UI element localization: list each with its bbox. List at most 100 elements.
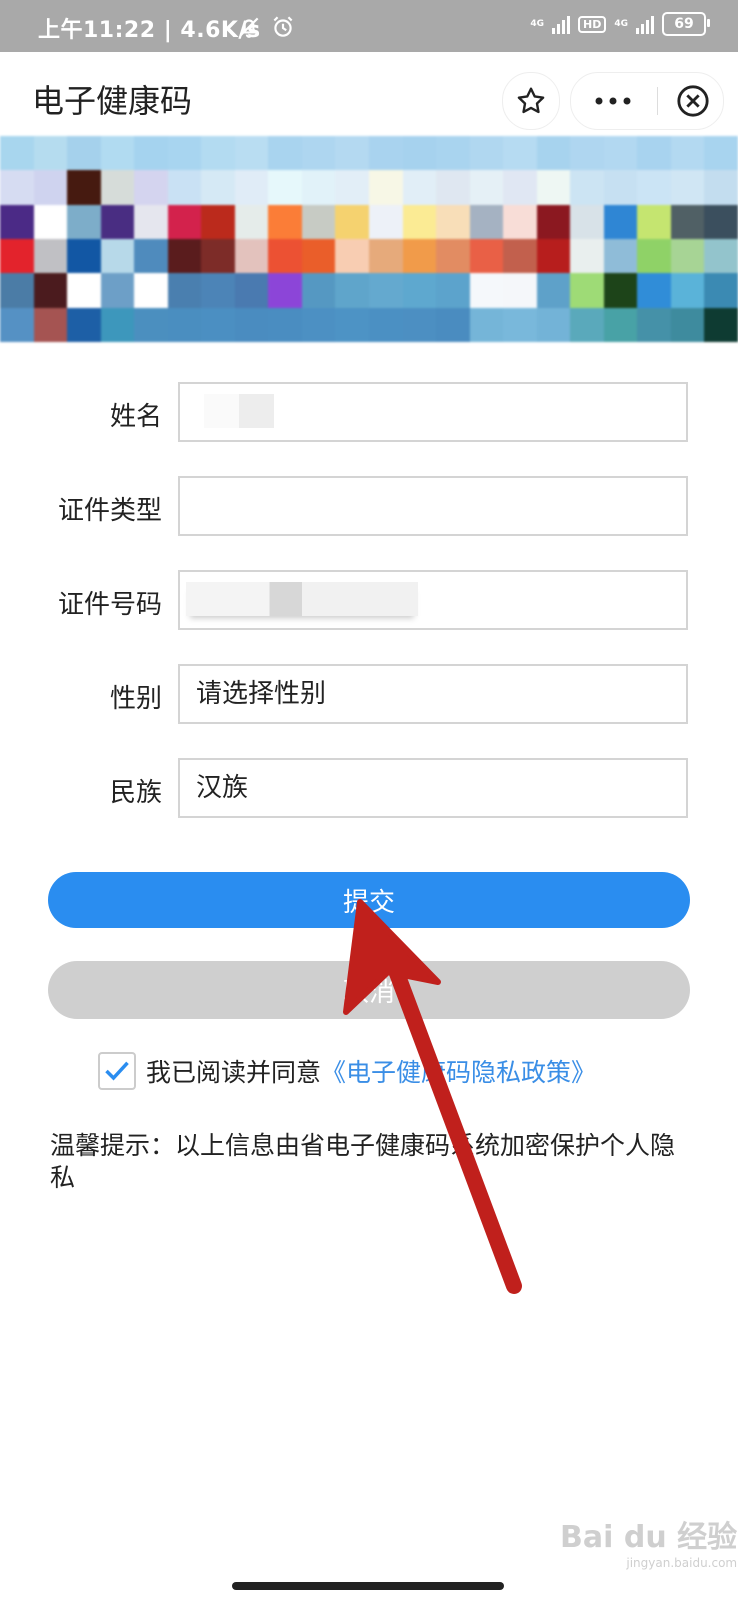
banner-pixel [167, 238, 202, 274]
banner-pixel [335, 136, 369, 171]
banner-pixel [335, 238, 369, 274]
banner-pixel [536, 204, 571, 239]
banner-pixel [0, 238, 34, 274]
home-indicator[interactable] [232, 1582, 504, 1590]
banner-pixel [503, 307, 537, 342]
banner-pixel [100, 307, 135, 342]
banner-pixel [637, 238, 671, 274]
banner-pixel [670, 170, 705, 205]
banner-pixel [536, 273, 571, 308]
banner-pixel [369, 238, 403, 274]
banner-pixel [536, 307, 571, 342]
banner-pixel [536, 238, 571, 274]
banner-pixel [503, 136, 537, 171]
banner-pixel [134, 170, 168, 205]
banner-pixel [268, 170, 302, 205]
banner-pixel [603, 273, 638, 308]
banner-pixel [0, 273, 34, 308]
mute-bell-icon [239, 17, 259, 38]
battery-icon: 69 [662, 12, 710, 36]
banner-pixel [436, 170, 470, 205]
checkmark-icon [105, 1061, 129, 1081]
banner-pixel [570, 204, 604, 239]
banner-pixel [503, 238, 537, 274]
banner-pixel [704, 170, 738, 205]
network-type-1: 4G [530, 19, 544, 29]
gender-select[interactable]: 请选择性别 [178, 664, 688, 724]
close-button[interactable] [663, 73, 723, 129]
tips-text: 温馨提示：以上信息由省电子健康码系统加密保护个人隐私 [50, 1131, 676, 1192]
ethnicity-label: 民族 [109, 778, 162, 808]
banner-pixel [67, 204, 101, 239]
cancel-button[interactable]: 取消 [48, 961, 690, 1019]
submit-button[interactable]: 提交 [48, 872, 690, 928]
banner-pixel [301, 238, 336, 274]
id-type-label: 证件类型 [57, 496, 162, 526]
name-label: 姓名 [109, 402, 162, 432]
redacted-id-number [186, 582, 418, 616]
banner-pixel [33, 136, 68, 171]
banner-pixel [234, 307, 269, 342]
more-icon [595, 97, 631, 105]
banner-pixel [469, 204, 504, 239]
banner-pixel [704, 204, 738, 239]
banner-pixel [134, 238, 168, 274]
banner-pixel [603, 307, 638, 342]
id-type-select[interactable] [178, 476, 688, 536]
banner-pixel [67, 273, 101, 308]
capsule-divider [657, 87, 658, 115]
more-button[interactable] [571, 73, 655, 129]
banner-pixel [704, 273, 738, 308]
banner-pixel [637, 136, 671, 171]
star-icon [517, 87, 545, 114]
banner-pixel [201, 238, 235, 274]
title-bar: 电子健康码 [0, 52, 738, 136]
banner-pixel [369, 307, 403, 342]
banner-pixel [536, 170, 571, 205]
banner-pixel [201, 170, 235, 205]
banner-pixel [503, 170, 537, 205]
banner-pixel [167, 307, 202, 342]
banner-pixel [67, 238, 101, 274]
banner-pixel [603, 136, 638, 171]
banner-pixel [335, 307, 369, 342]
banner-pixel [33, 307, 68, 342]
redacted-name [204, 394, 274, 428]
banner-pixel [704, 238, 738, 274]
banner-pixel [704, 136, 738, 171]
banner-pixel [301, 307, 336, 342]
banner-pixel [469, 273, 504, 308]
agree-checkbox[interactable] [98, 1052, 136, 1090]
banner-pixel [469, 238, 504, 274]
banner-pixel [704, 307, 738, 342]
favorite-button[interactable] [502, 72, 560, 130]
banner-pixel [33, 238, 68, 274]
banner-pixel [167, 204, 202, 239]
banner-pixel [469, 170, 504, 205]
banner-pixel [234, 204, 269, 239]
banner-pixel [234, 273, 269, 308]
watermark-text: Bai du 经验 [560, 1520, 738, 1555]
id-number-label: 证件号码 [57, 590, 162, 620]
banner-pixel [637, 204, 671, 239]
signal-icon [552, 14, 570, 34]
banner-pixel [100, 136, 135, 171]
banner-pixel [167, 136, 202, 171]
banner-pixel [33, 170, 68, 205]
ethnicity-select[interactable]: 汉族 [178, 758, 688, 818]
banner-pixel [134, 307, 168, 342]
banner-pixel [301, 204, 336, 239]
banner-pixel [369, 204, 403, 239]
banner-pixel [167, 170, 202, 205]
banner-pixel [268, 204, 302, 239]
watermark-url: jingyan.baidu.com [626, 1556, 738, 1570]
page-title: 电子健康码 [32, 82, 193, 120]
banner-pixel [67, 307, 101, 342]
privacy-policy-link[interactable]: 《电子健康码隐私政策》 [321, 1053, 596, 1089]
banner-pixel [637, 273, 671, 308]
banner-pixel [33, 204, 68, 239]
banner-pixel [570, 307, 604, 342]
form-row-ethnicity: 民族 汉族 [0, 758, 738, 820]
banner-pixel [469, 307, 504, 342]
banner-pixel [268, 136, 302, 171]
